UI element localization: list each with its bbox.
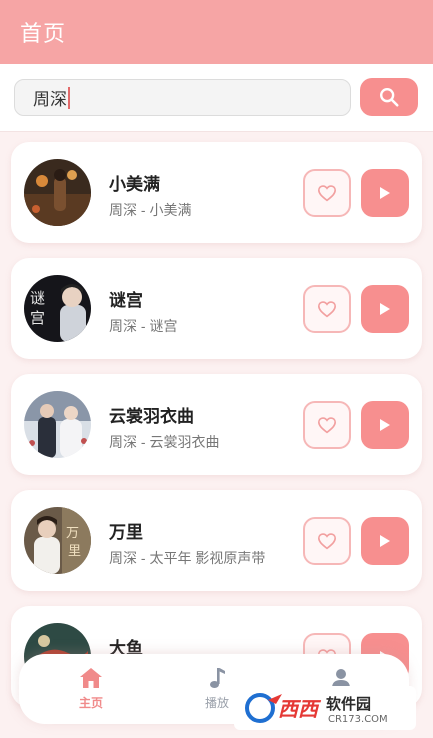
play-icon <box>380 187 390 199</box>
like-button[interactable] <box>303 285 351 333</box>
play-icon <box>380 535 390 547</box>
song-subtitle: 周深 - 太平年 影视原声带 <box>109 550 266 566</box>
svg-text:CR173.COM: CR173.COM <box>328 714 388 725</box>
heart-icon <box>317 533 337 550</box>
album-cover <box>24 391 91 458</box>
svg-text:软件园: 软件园 <box>326 695 371 713</box>
nav-play-label: 播放 <box>204 696 229 710</box>
play-button[interactable] <box>361 285 409 333</box>
like-button[interactable] <box>303 517 351 565</box>
song-title: 云裳羽衣曲 <box>109 407 194 426</box>
play-icon <box>380 419 390 431</box>
heart-icon <box>317 301 337 318</box>
watermark-logo: 西西 软件园 CR173.COM <box>234 686 416 730</box>
search-icon <box>380 88 399 107</box>
nav-home-label: 主页 <box>78 696 103 710</box>
song-subtitle: 周深 - 云裳羽衣曲 <box>109 434 220 450</box>
play-icon <box>380 303 390 315</box>
play-button[interactable] <box>361 169 409 217</box>
song-subtitle: 周深 - 谜宫 <box>109 318 178 334</box>
album-cover: 谜 宫 <box>24 275 91 342</box>
page-title: 首页 <box>20 21 67 46</box>
song-card[interactable]: 万 里 万里 周深 - 太平年 影视原声带 <box>11 490 422 591</box>
song-title: 小美满 <box>109 175 160 194</box>
search-button[interactable] <box>360 78 418 116</box>
svg-text:里: 里 <box>68 544 81 559</box>
song-subtitle: 周深 - 小美满 <box>109 202 192 218</box>
app-header: 首页 <box>0 0 433 64</box>
home-icon <box>80 668 102 688</box>
album-cover: 万 里 <box>24 507 91 574</box>
music-note-icon <box>210 668 225 688</box>
svg-text:谜: 谜 <box>30 289 45 307</box>
svg-text:万: 万 <box>66 526 79 541</box>
heart-icon <box>317 185 337 202</box>
song-card[interactable]: 小美满 周深 - 小美满 <box>11 142 422 243</box>
svg-text:宫: 宫 <box>30 309 45 327</box>
watermark-emblem: 西西 软件园 CR173.COM <box>245 693 388 725</box>
play-button[interactable] <box>361 517 409 565</box>
album-cover <box>24 159 91 226</box>
like-button[interactable] <box>303 169 351 217</box>
song-title: 谜宫 <box>109 291 143 310</box>
song-list: 小美满 周深 - 小美满 谜 宫 谜宫 周深 - 谜宫 云裳羽衣曲 周深 - 云… <box>0 132 433 738</box>
like-button[interactable] <box>303 401 351 449</box>
song-title: 万里 <box>109 523 143 542</box>
song-card[interactable]: 云裳羽衣曲 周深 - 云裳羽衣曲 <box>11 374 422 475</box>
nav-home[interactable]: 主页 <box>61 666 121 711</box>
heart-icon <box>317 417 337 434</box>
search-input-value: 周深 <box>33 90 67 109</box>
search-input[interactable]: 周深 <box>14 79 351 116</box>
text-caret <box>68 86 70 109</box>
play-button[interactable] <box>361 401 409 449</box>
svg-text:西西: 西西 <box>278 697 322 721</box>
song-card[interactable]: 谜 宫 谜宫 周深 - 谜宫 <box>11 258 422 359</box>
